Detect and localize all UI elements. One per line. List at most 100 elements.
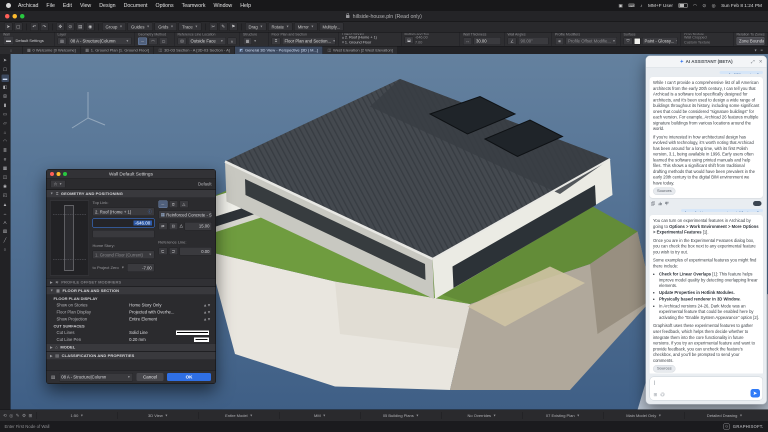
offset-icon[interactable]: ⊟ — [168, 222, 178, 230]
target-icon[interactable]: ◎ — [9, 413, 13, 419]
dialog-title-bar[interactable]: Wall Default Settings — [46, 169, 216, 179]
floor-plan-section-dropdown[interactable]: Floor Plan and Section... ▼ — [282, 37, 336, 45]
menu-item[interactable]: Archicad — [18, 3, 38, 9]
marquee-tool[interactable]: ▢ — [1, 66, 9, 74]
cut-line-pen-row[interactable]: Cut Line Pen 0.20 mm — [47, 336, 216, 343]
curtain-wall-tool[interactable]: ▦ — [1, 165, 9, 173]
tab-options-icon[interactable]: ≡ — [761, 48, 763, 53]
beam-tool[interactable]: ▭ — [1, 111, 9, 119]
redo-icon[interactable]: ↷ — [40, 22, 49, 31]
flag-icon[interactable]: ⚑ — [229, 22, 238, 31]
angle-field[interactable]: 90.00° — [518, 37, 549, 45]
door-tool[interactable]: ◧ — [1, 84, 9, 92]
ai-prompt-input[interactable]: ⊞ @ — [649, 376, 763, 401]
quick-option-units[interactable]: MM ▼ — [279, 412, 360, 419]
straight-wall-icon[interactable]: ─ — [138, 37, 147, 45]
text-tool[interactable]: A — [1, 219, 9, 227]
ai-chat-history[interactable]: early 20th century? While I can't provid… — [646, 68, 767, 374]
floor-plan-display-row[interactable]: Floor Plan Display Projected with Overhe.… — [47, 309, 216, 316]
menu-item[interactable]: Edit — [63, 3, 72, 9]
wall-tool[interactable]: ▬ — [1, 74, 9, 82]
quick-option-structure-display[interactable]: Main Model Only ▼ — [603, 412, 684, 419]
menu-item[interactable]: Teamwork — [182, 3, 206, 9]
menu-item[interactable]: View — [80, 3, 91, 9]
custom-texture-option[interactable]: Custom Texture — [684, 40, 710, 45]
pencil-icon[interactable]: ✎ — [219, 22, 228, 31]
section-classification[interactable]: ▶ ▤ CLASSIFICATION AND PROPERTIES — [46, 351, 216, 360]
marquee-icon[interactable]: ▢ — [14, 22, 23, 31]
cancel-button[interactable]: Cancel — [136, 373, 164, 381]
quick-option-renovation[interactable]: 07 Existing Plan ▼ — [522, 412, 603, 419]
mesh-tool[interactable]: ▲ — [1, 201, 9, 209]
curved-wall-icon[interactable]: ◠ — [148, 37, 158, 45]
pan-icon[interactable]: ✥ — [56, 22, 65, 31]
tab-west-elevation[interactable]: ◫ West Elevation [2 West Elevation] — [322, 46, 398, 54]
search-icon[interactable]: ⊙ — [702, 3, 706, 9]
tab-home[interactable]: ⌂ — [0, 46, 23, 54]
straight-geometry-icon[interactable]: ─ — [158, 200, 168, 208]
group-dropdown[interactable]: Group ▼ — [102, 22, 127, 31]
wall-top-offset-field[interactable]: -646.00 — [92, 218, 155, 228]
roof-tool[interactable]: ⌂ — [1, 129, 9, 137]
zone-tool[interactable]: ◰ — [1, 192, 9, 200]
eye-icon[interactable]: ◉ — [86, 22, 95, 31]
apple-menu-icon[interactable] — [6, 3, 11, 8]
tab-ground-floor[interactable]: ▦ 1. Ground Plan [1. Ground Floor] — [80, 46, 155, 54]
rotate-dropdown[interactable]: Rotate ▼ — [267, 22, 293, 31]
quick-option-mvo[interactable]: 05 Building Plans ▼ — [360, 412, 441, 419]
pen-icon[interactable]: ✎ — [16, 413, 20, 419]
settings-icon[interactable]: ⚙ — [22, 413, 26, 419]
show-on-stories-row[interactable]: Show on Stories Home Story Only ▲▼ — [47, 302, 216, 309]
quick-option-scale[interactable]: 1:50 ▼ — [36, 412, 117, 419]
sources-button[interactable]: Sources — [653, 365, 676, 373]
railing-tool[interactable]: # — [1, 156, 9, 164]
menu-item[interactable]: File — [46, 3, 54, 9]
object-tool[interactable]: ◫ — [1, 174, 9, 182]
mirror-dropdown[interactable]: Mirror ▼ — [294, 22, 318, 31]
slanted-geometry-icon[interactable]: ⧄ — [168, 200, 178, 208]
multiply-dropdown[interactable]: Multiply... — [319, 22, 344, 31]
thumbs-down-icon[interactable] — [665, 201, 669, 206]
stair-tool[interactable]: ≣ — [1, 147, 9, 155]
show-projection-row[interactable]: Show Projection Entire Element ▲▼ — [47, 316, 216, 323]
control-center-icon[interactable]: ◎ — [712, 3, 716, 9]
lamp-tool[interactable]: ◉ — [1, 183, 9, 191]
drag-dropdown[interactable]: Drag ▼ — [245, 22, 267, 31]
line-tool[interactable]: ╱ — [1, 237, 9, 245]
tab-3d-perspective[interactable]: ◩ General 3D View - Perspective [3D | M..… — [234, 46, 323, 54]
display-icon[interactable]: ▣ — [618, 3, 622, 9]
send-button[interactable] — [750, 389, 760, 398]
layer-dropdown[interactable]: 08 A - Structure|Column ▼ — [68, 37, 132, 45]
keyboard-icon[interactable]: ⌨ — [628, 3, 635, 9]
profile-modifiers-dropdown[interactable]: Profile Offset Modifie... ▼ — [565, 37, 617, 45]
layers-icon[interactable]: ▤ — [76, 22, 85, 31]
menu-item[interactable]: Document — [124, 3, 148, 9]
menu-item[interactable]: Design — [99, 3, 115, 9]
expand-panel-icon[interactable]: ⤢ — [751, 59, 755, 65]
tab-overflow-icon[interactable]: ▾ — [755, 48, 757, 53]
fill-tool[interactable]: ▨ — [1, 228, 9, 236]
section-geometry[interactable]: ▼ ⌗ GEOMETRY AND POSITIONING — [46, 189, 216, 198]
battery-icon[interactable] — [678, 3, 688, 8]
menu-item[interactable]: Help — [240, 3, 251, 9]
column-tool[interactable]: ▮ — [1, 102, 9, 110]
thickness-field[interactable]: 30.00 — [473, 37, 501, 45]
wall-height-field[interactable] — [92, 230, 155, 238]
grid-icon[interactable]: ⊞ — [29, 413, 33, 419]
dialog-layer-dropdown[interactable]: 08 A - Structure|Column ▼ — [58, 372, 133, 382]
zone-boundary-dropdown[interactable]: Zone Boundary▼ — [736, 37, 765, 45]
user-menu[interactable]: MM+F User — [648, 3, 673, 9]
grids-dropdown[interactable]: Grids ▼ — [154, 22, 178, 31]
chained-wall-icon[interactable]: ▭ — [159, 37, 168, 45]
flip-icon[interactable]: ⇄ — [158, 222, 168, 230]
quick-option-drawing-detail[interactable]: Detailed Drawing ▼ — [684, 412, 765, 419]
arrow-tool[interactable]: ➤ — [1, 57, 9, 65]
mention-icon[interactable]: @ — [660, 392, 665, 398]
thermal-field[interactable]: 15.00 — [184, 221, 212, 231]
top-link-dropdown[interactable]: 2. Roof (Home + 1) ⓘ — [92, 207, 155, 216]
guides-dropdown[interactable]: Guides ▼ — [127, 22, 154, 31]
scissors-icon[interactable]: ✂ — [209, 22, 218, 31]
tab-welcome[interactable]: ▦ 0 Welcome [0 Welcome] — [22, 46, 81, 54]
favorites-button[interactable]: ☆ ▼ — [50, 180, 66, 188]
linked-story-bottom[interactable]: ▾ 1. Ground Floor — [342, 40, 377, 45]
